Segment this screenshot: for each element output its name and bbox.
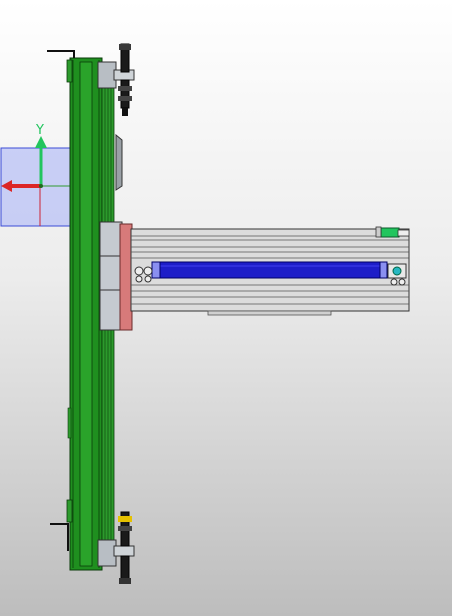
bottom-fitting-flange [113, 545, 135, 557]
triad-origin [39, 184, 43, 188]
horizontal-arm[interactable] [130, 226, 410, 316]
cylinder-end-cap [151, 261, 161, 279]
roller [135, 275, 143, 283]
bottom-fitting-plate [97, 539, 117, 567]
status-indicator-bracket [375, 226, 382, 238]
carriage-block [99, 221, 123, 331]
y-axis-label: Y [35, 123, 44, 138]
arm-bottom-strip [207, 310, 332, 316]
roller [143, 266, 153, 276]
roller [390, 278, 398, 286]
status-indicator[interactable] [380, 227, 400, 238]
roller [398, 278, 406, 286]
top-connector-nut [118, 96, 132, 101]
status-indicator-housing [397, 229, 410, 237]
bottom-connector-tip [119, 578, 131, 584]
arm-end-fitting [392, 266, 402, 276]
cad-model-view[interactable]: Y [0, 0, 452, 616]
pneumatic-cylinder[interactable] [158, 261, 382, 279]
bottom-connector-nut [118, 516, 132, 522]
top-bracket-line [47, 50, 75, 58]
bottom-connector-nut [118, 526, 132, 531]
reference-triad[interactable]: Y [0, 123, 72, 227]
roller [144, 275, 152, 283]
top-fitting-plate [97, 61, 117, 89]
side-sensor[interactable] [115, 133, 123, 191]
rail-side-tab [67, 407, 72, 439]
rail-side-tab [66, 59, 73, 83]
carriage-mount-plate[interactable] [119, 223, 133, 331]
top-connector-tip [122, 108, 128, 116]
bottom-bracket-line [50, 523, 69, 551]
carriage[interactable] [99, 221, 133, 331]
cad-viewport[interactable]: Y [0, 0, 452, 616]
top-connector-lower [120, 79, 130, 109]
top-connector-nut [118, 86, 132, 91]
rail-side-tab [66, 499, 73, 523]
top-connector-cap [119, 44, 131, 50]
rail-inner-groove [79, 61, 93, 567]
cylinder-end-cap [379, 261, 388, 279]
roller [134, 266, 144, 276]
